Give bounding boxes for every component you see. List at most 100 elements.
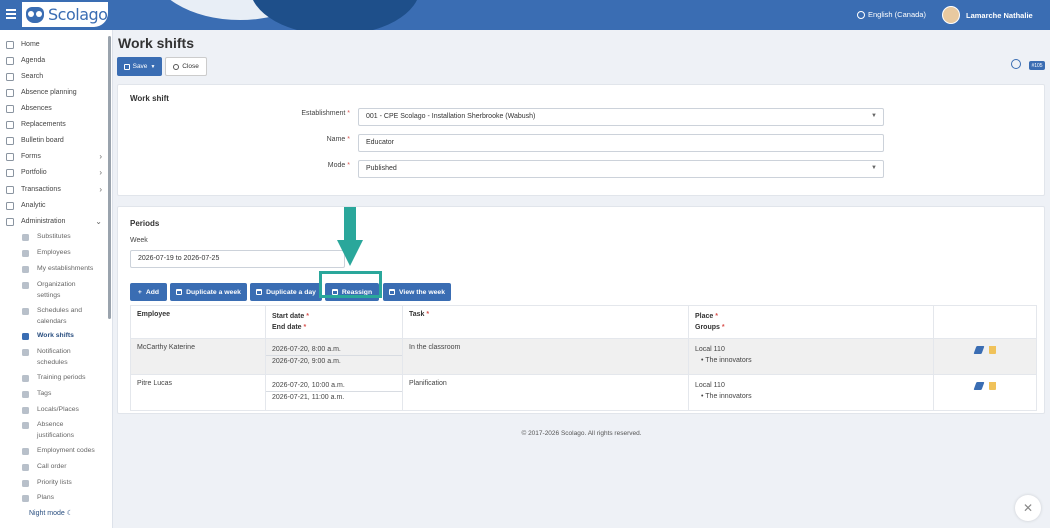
sidebar-item-search[interactable]: Search xyxy=(0,70,108,83)
sidebar-subitem-work-shifts[interactable]: Work shifts xyxy=(0,331,108,342)
sidebar-subitem-my-establishments[interactable]: My establishments xyxy=(0,264,108,275)
globe-icon xyxy=(857,10,865,19)
week-picker[interactable]: 2026-07-19 to 2026-07-25 xyxy=(130,250,345,268)
mode-label-text: Mode xyxy=(327,162,346,169)
mode-value: Published xyxy=(366,165,397,172)
refresh-icon xyxy=(22,375,29,382)
logo[interactable]: Scolago xyxy=(22,2,108,27)
history-icon[interactable] xyxy=(1011,59,1021,69)
sidebar-item-replacements[interactable]: Replacements xyxy=(0,118,108,131)
sidebar-subitem-organization-settings[interactable]: Organization settings xyxy=(0,280,90,301)
sidebar-subitem-label: Call order xyxy=(37,463,67,470)
sidebar-item-absences[interactable]: Absences xyxy=(0,102,108,115)
sidebar-subitem-training-periods[interactable]: Training periods xyxy=(0,373,108,384)
establishment-label-text: Establishment xyxy=(301,110,346,117)
table-row[interactable]: McCarthy Katerine 2026-07-20, 8:00 a.m. … xyxy=(130,338,1037,375)
periods-title: Periods xyxy=(130,219,160,228)
building-icon xyxy=(22,266,29,273)
cell-task: Planification xyxy=(402,374,689,411)
close-icon[interactable]: ✕ xyxy=(1015,495,1041,521)
sidebar-item-transactions[interactable]: Transactions › xyxy=(0,183,108,196)
board-icon xyxy=(6,136,14,145)
header-dates: Start date * End date * xyxy=(265,305,403,339)
establishment-value: 001 - CPE Scolago - Installation Sherbro… xyxy=(366,113,536,120)
trophy-icon xyxy=(6,168,14,177)
user-name[interactable]: Lamarche Nathalie xyxy=(966,11,1033,20)
night-mode-toggle[interactable]: Night mode ☾ xyxy=(29,509,73,517)
sidebar-subitem-absence-justifications[interactable]: Absence justifications xyxy=(0,420,86,441)
document-icon xyxy=(22,422,29,429)
cell-group: The innovators xyxy=(695,355,927,366)
avatar[interactable] xyxy=(942,6,960,24)
chart-icon xyxy=(6,201,14,210)
sidebar-subitem-priority-lists[interactable]: Priority lists xyxy=(0,478,108,489)
sidebar-subitem-notification-schedules[interactable]: Notification schedules xyxy=(0,347,88,368)
add-button[interactable]: + Add xyxy=(130,283,167,301)
sidebar-item-agenda[interactable]: Agenda xyxy=(0,54,108,67)
code-icon xyxy=(22,448,29,455)
edit-pencil-icon[interactable] xyxy=(973,346,984,354)
sidebar-scrollbar[interactable] xyxy=(108,36,111,319)
sidebar-item-forms[interactable]: Forms › xyxy=(0,150,108,163)
duplicate-week-button[interactable]: Duplicate a week xyxy=(170,283,247,301)
map-pin-icon xyxy=(22,407,29,414)
users-icon xyxy=(22,250,29,257)
sidebar-subitem-employees[interactable]: Employees xyxy=(0,248,108,259)
header-task: Task * xyxy=(402,305,689,339)
close-circle-icon xyxy=(173,63,180,70)
sidebar-item-label: Bulletin board xyxy=(21,137,64,144)
week-value: 2026-07-19 to 2026-07-25 xyxy=(138,255,220,262)
work-shift-title: Work shift xyxy=(130,94,169,103)
sidebar-subitem-plans[interactable]: Plans xyxy=(0,493,108,504)
footer-copyright: © 2017-2026 Scolago. All rights reserved… xyxy=(521,430,642,437)
sidebar-subitem-employment-codes[interactable]: Employment codes xyxy=(0,446,108,457)
sidebar-subitem-substitutes[interactable]: Substitutes xyxy=(0,232,108,243)
sidebar-item-administration[interactable]: Administration ⌄ xyxy=(0,215,108,228)
sidebar-subitem-schedules-calendars[interactable]: Schedules and calendars xyxy=(0,306,92,327)
close-button[interactable]: Close xyxy=(165,57,207,76)
phone-icon xyxy=(22,464,29,471)
sidebar-subitem-call-order[interactable]: Call order xyxy=(0,462,108,473)
edit-pencil-icon[interactable] xyxy=(973,382,984,390)
sidebar-item-bulletin-board[interactable]: Bulletin board xyxy=(0,134,108,147)
view-week-button[interactable]: View the week xyxy=(383,283,451,301)
sidebar-subitem-label: Employment codes xyxy=(37,447,95,454)
sidebar-subitem-locals-places[interactable]: Locals/Places xyxy=(0,405,108,416)
trash-icon[interactable] xyxy=(988,346,996,354)
sidebar-item-portfolio[interactable]: Portfolio › xyxy=(0,166,108,179)
view-week-label: View the week xyxy=(399,288,445,296)
establishment-select[interactable]: 001 - CPE Scolago - Installation Sherbro… xyxy=(358,108,884,126)
calendar-icon xyxy=(176,289,183,295)
cell-task: In the classroom xyxy=(402,338,689,375)
header-decoration-dark xyxy=(250,0,420,30)
cell-place: Local 110 xyxy=(695,346,725,353)
language-selector[interactable]: English (Canada) xyxy=(857,10,926,19)
menu-icon[interactable] xyxy=(6,9,16,19)
cell-employee: Pitre Lucas xyxy=(130,374,266,411)
sidebar-item-label: Home xyxy=(21,41,40,48)
mode-select[interactable]: Published ▼ xyxy=(358,160,884,178)
sidebar-item-absence-planning[interactable]: Absence planning xyxy=(0,86,108,99)
sidebar: Home Agenda Search Absence planning Abse… xyxy=(0,30,113,528)
sidebar-item-label: Agenda xyxy=(21,57,46,64)
pointer-arrow-shaft xyxy=(344,207,356,241)
periods-card: Periods Week 2026-07-19 to 2026-07-25 + A… xyxy=(117,206,1045,414)
work-shift-icon xyxy=(22,333,29,340)
sidebar-item-label: Absences xyxy=(21,105,52,112)
sidebar-subitem-label: My establishments xyxy=(37,265,94,272)
tag-icon xyxy=(22,391,29,398)
sidebar-item-label: Transactions xyxy=(21,186,61,193)
trash-icon[interactable] xyxy=(988,382,996,390)
sidebar-subitem-tags[interactable]: Tags xyxy=(0,389,108,400)
sidebar-item-home[interactable]: Home xyxy=(0,38,108,51)
table-row[interactable]: Pitre Lucas 2026-07-20, 10:00 a.m. 2026-… xyxy=(130,374,1037,411)
name-input[interactable]: Educator xyxy=(358,134,884,152)
calendar-icon xyxy=(389,289,396,295)
sidebar-item-analytic[interactable]: Analytic xyxy=(0,199,108,212)
cell-place: Local 110 xyxy=(695,382,725,389)
chevron-right-icon: › xyxy=(99,168,102,177)
save-button[interactable]: Save ▼ xyxy=(117,57,162,76)
calendar-icon xyxy=(256,289,263,295)
duplicate-day-button[interactable]: Duplicate a day xyxy=(250,283,322,301)
duplicate-day-label: Duplicate a day xyxy=(266,288,316,296)
